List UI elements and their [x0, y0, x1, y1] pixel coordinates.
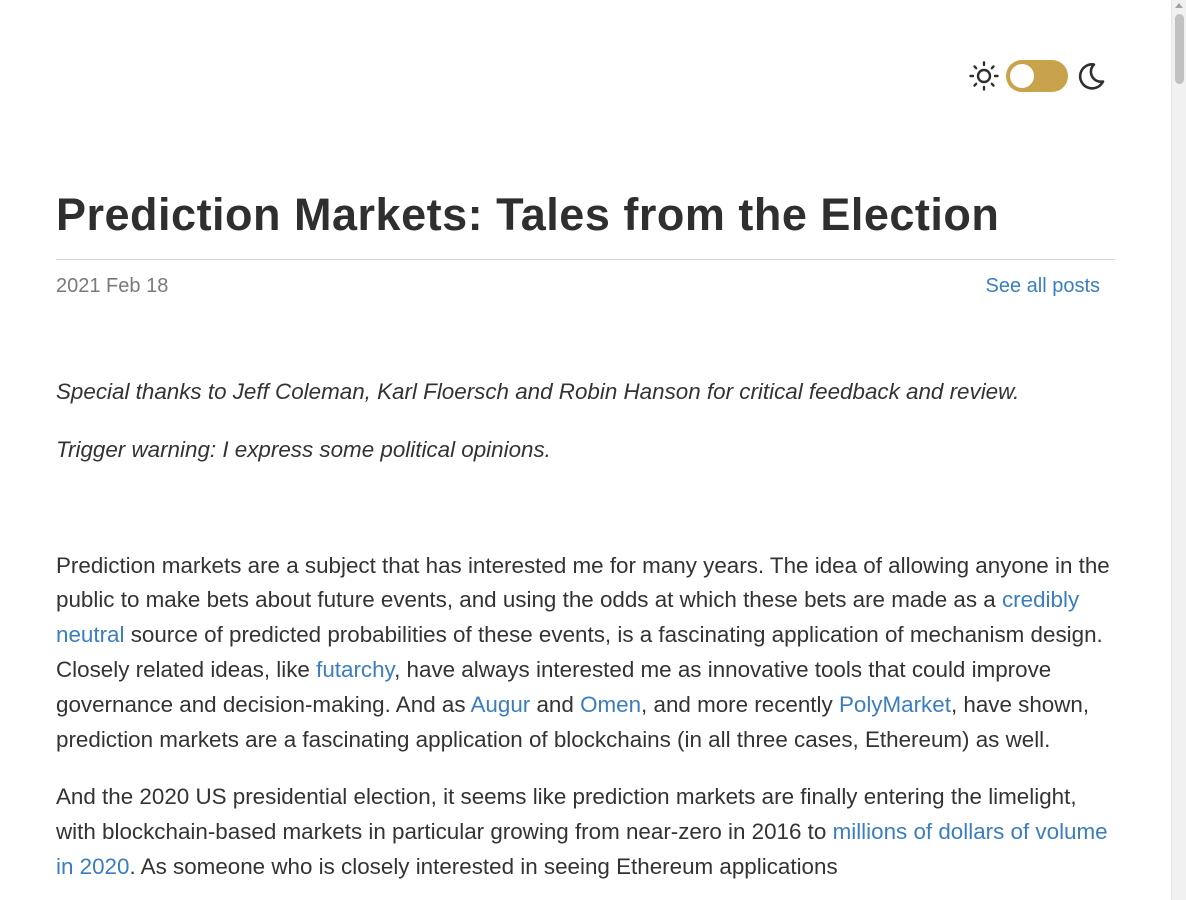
paragraph-intro: Prediction markets are a subject that ha…: [56, 549, 1118, 758]
vertical-scrollbar[interactable]: [1171, 0, 1186, 900]
see-all-posts-link[interactable]: See all posts: [985, 275, 1100, 298]
text-run: , and more recently: [641, 691, 839, 717]
post-content: Special thanks to Jeff Coleman, Karl Flo…: [56, 375, 1118, 900]
link-omen[interactable]: Omen: [580, 692, 641, 717]
link-futarchy[interactable]: futarchy: [316, 657, 394, 682]
link-augur[interactable]: Augur: [471, 692, 531, 717]
text-run: . As someone who is closely interested i…: [129, 853, 838, 879]
trigger-warning: Trigger warning: I express some politica…: [56, 436, 551, 462]
text-run: Prediction markets are a subject that ha…: [56, 552, 1110, 613]
acknowledgements: Special thanks to Jeff Coleman, Karl Flo…: [56, 379, 1020, 404]
post-title: Prediction Markets: Tales from the Elect…: [56, 189, 1000, 240]
text-run: and: [530, 691, 581, 717]
theme-toggle: [968, 59, 1106, 93]
theme-switch-knob: [1010, 64, 1034, 88]
sun-icon[interactable]: [968, 60, 1000, 92]
scroll-up-arrow-icon[interactable]: [1175, 3, 1183, 8]
paragraph-election: And the 2020 US presidential election, i…: [56, 780, 1118, 884]
moon-icon[interactable]: [1076, 61, 1106, 91]
post-date: 2021 Feb 18: [56, 275, 169, 297]
scrollbar-thumb[interactable]: [1175, 14, 1184, 84]
link-polymarket[interactable]: PolyMarket: [839, 692, 951, 717]
page: Prediction Markets: Tales from the Elect…: [0, 0, 1171, 900]
title-divider: [56, 259, 1115, 260]
theme-switch[interactable]: [1006, 60, 1068, 92]
